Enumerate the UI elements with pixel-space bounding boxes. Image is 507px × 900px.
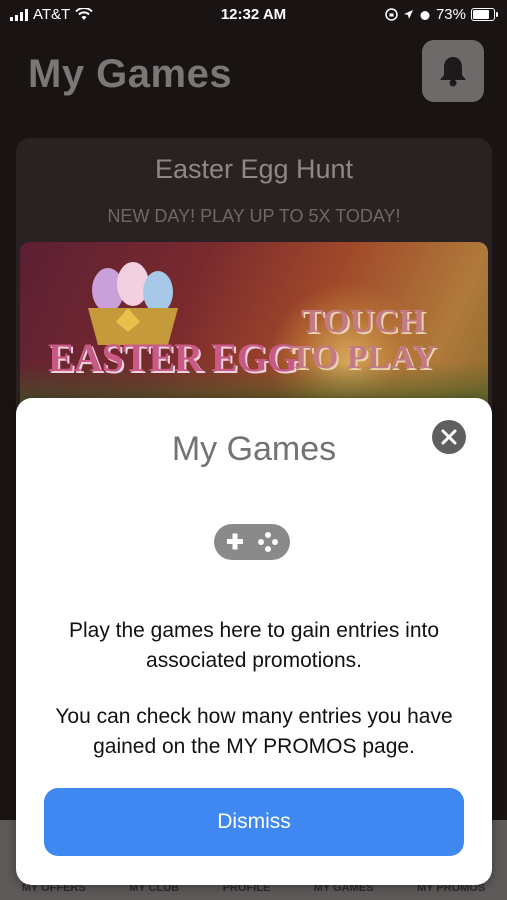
status-bar: AT&T 12:32 AM 73% (0, 0, 507, 30)
close-button[interactable] (432, 420, 466, 454)
gamepad-icon (214, 524, 290, 560)
game-banner[interactable]: EASTER EGG TOUCH TO PLAY (20, 242, 488, 422)
status-right: 73% (385, 6, 498, 23)
modal-paragraph-2: You can check how many entries you have … (55, 705, 453, 758)
close-icon (441, 429, 457, 445)
battery-percent: 73% (435, 6, 466, 23)
location-icon (403, 10, 413, 19)
dismiss-button[interactable]: Dismiss (44, 788, 464, 856)
notifications-button[interactable] (422, 40, 484, 102)
game-subtitle: NEW DAY! PLAY UP TO 5X TODAY! (107, 206, 401, 226)
modal-paragraph-1: Play the games here to gain entries into… (68, 619, 440, 672)
banner-cta[interactable]: TOUCH TO PLAY (288, 304, 438, 376)
alarm-icon (420, 10, 430, 20)
battery-icon (471, 8, 498, 21)
bell-icon (440, 57, 466, 87)
modal-title: My Games (171, 430, 337, 468)
info-modal: My Games Play the games here to gain ent… (16, 398, 492, 885)
game-title: Easter Egg Hunt (154, 154, 354, 184)
banner-logo: EASTER EGG (48, 335, 298, 380)
orientation-lock-icon (385, 8, 398, 21)
page-title: My Games (28, 52, 233, 96)
